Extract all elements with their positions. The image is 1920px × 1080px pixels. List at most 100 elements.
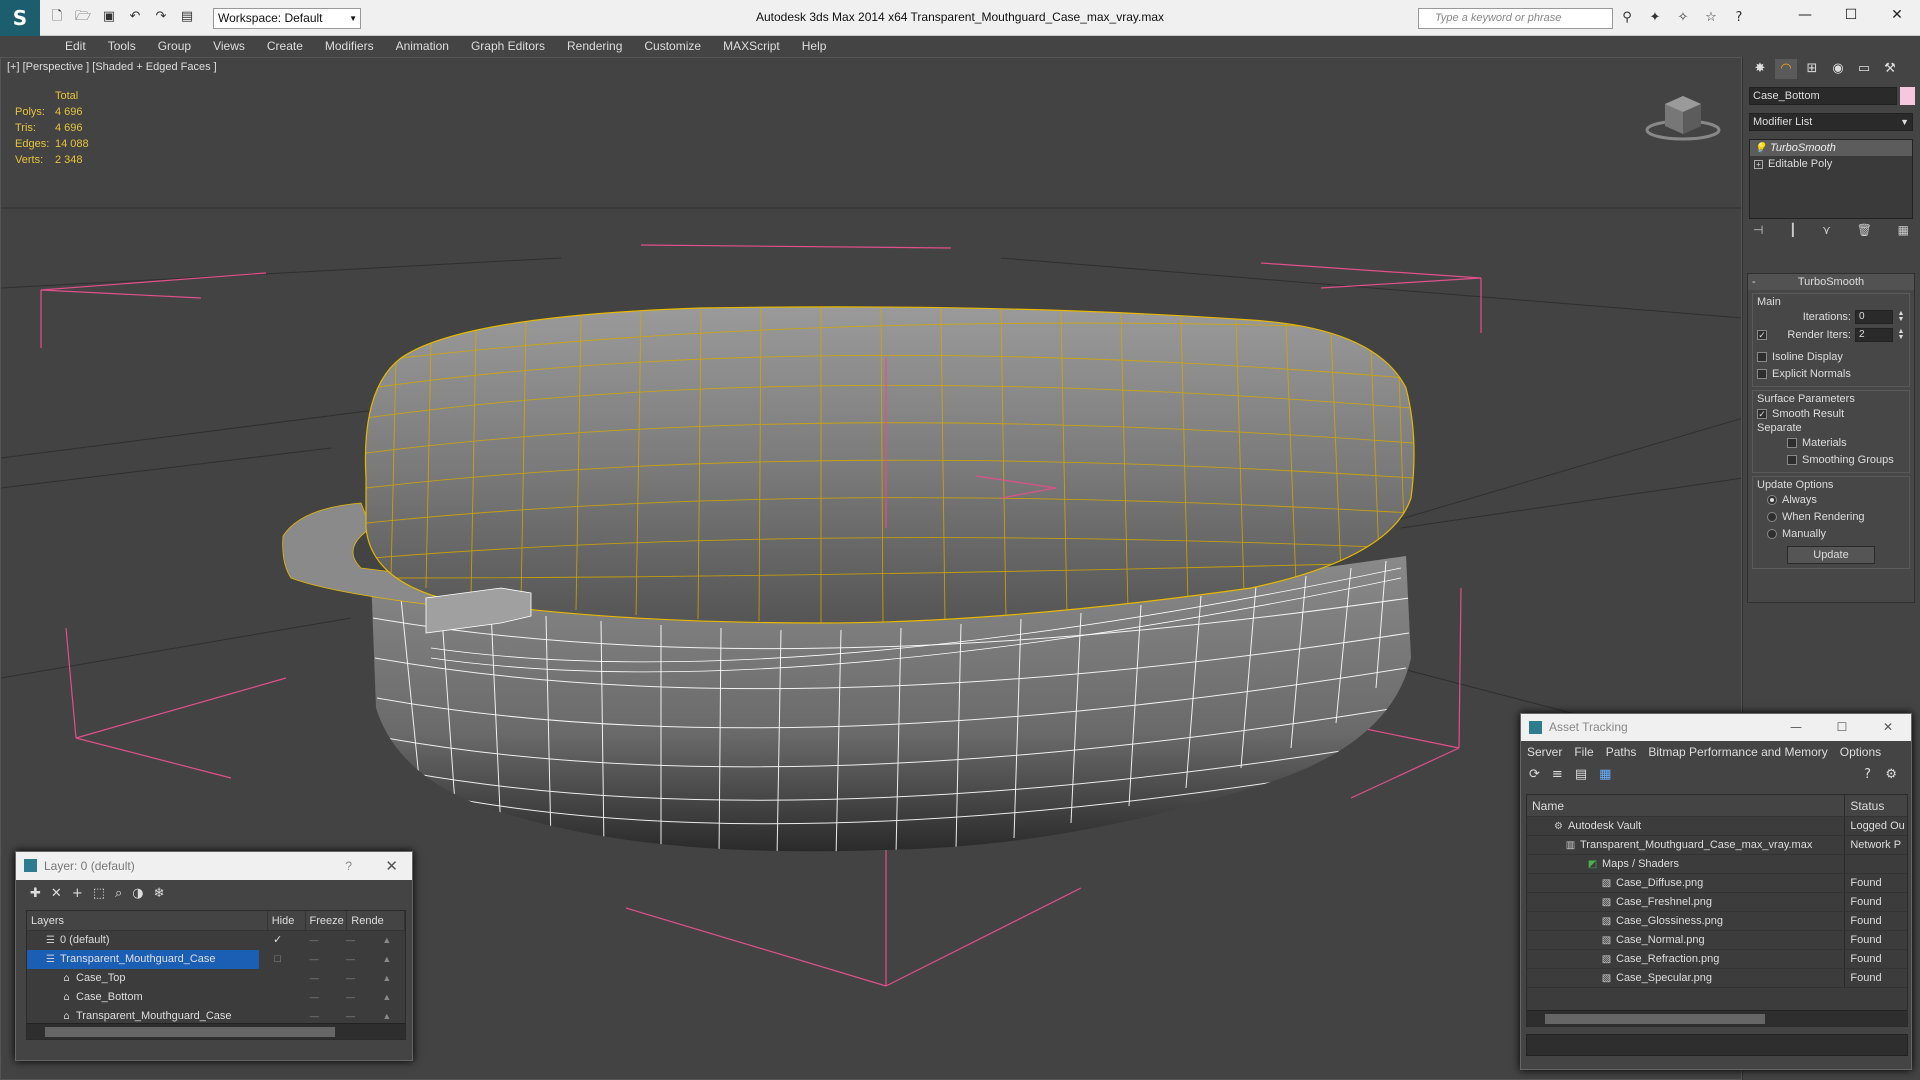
menu-rendering[interactable]: Rendering (556, 36, 633, 57)
asset-row[interactable]: ▧ Case_Specular.png Found (1527, 969, 1907, 988)
horizontal-scrollbar[interactable] (1527, 1010, 1907, 1026)
layer-row[interactable]: ☰ Transparent_Mouthguard_Case ☐ — — ▲ (27, 950, 405, 969)
horizontal-scrollbar[interactable] (27, 1023, 405, 1039)
smooth-result-checkbox[interactable]: ✓ (1757, 408, 1767, 419)
column-header[interactable]: Freeze (306, 911, 348, 930)
current-layer-box-icon[interactable]: ☐ (259, 950, 295, 969)
menu-customize[interactable]: Customize (633, 36, 712, 57)
freeze-toggle[interactable]: — (332, 950, 368, 969)
hide-all-icon[interactable]: ◑ (132, 886, 143, 902)
materials-checkbox[interactable] (1787, 437, 1797, 448)
search-input[interactable]: Type a keyword or phrase (1418, 8, 1613, 29)
isoline-checkbox[interactable] (1757, 351, 1767, 362)
menu-maxscript[interactable]: MAXScript (712, 36, 791, 57)
menu-help[interactable]: Help (791, 36, 838, 57)
open-file-icon[interactable]: 🗁 (74, 8, 92, 26)
menu-bitmap-performance[interactable]: Bitmap Performance and Memory (1648, 741, 1827, 763)
asset-row[interactable]: ▧ Case_Normal.png Found (1527, 931, 1907, 950)
stack-item-turbosmooth[interactable]: 💡 TurboSmooth (1750, 140, 1912, 156)
modifier-list-dropdown[interactable]: Modifier List ▼ (1749, 113, 1913, 131)
minimize-icon[interactable]: — (1773, 714, 1819, 741)
configure-sets-icon[interactable]: ▦ (1898, 223, 1909, 237)
freeze-toggle[interactable]: — (332, 988, 368, 1007)
new-layer-icon[interactable]: ✚ (30, 886, 41, 902)
detail-view-icon[interactable]: ▤ (1575, 767, 1587, 785)
hide-toggle[interactable]: — (296, 931, 332, 950)
help-icon[interactable]: ? (1864, 767, 1871, 782)
render-toggle-icon[interactable]: ▲ (369, 988, 405, 1007)
asset-window-titlebar[interactable]: Asset Tracking — ☐ ✕ (1521, 714, 1911, 741)
manually-radio[interactable] (1767, 528, 1777, 539)
menu-animation[interactable]: Animation (385, 36, 460, 57)
remove-modifier-icon[interactable]: 🗑 (1857, 223, 1872, 237)
viewport-label[interactable]: [+] [Perspective ] [Shaded + Edged Faces… (7, 61, 217, 73)
column-header[interactable]: Layers (27, 911, 268, 930)
iterations-spinner[interactable]: Iterations: 0 ▲ ▼ (1757, 308, 1905, 326)
hide-toggle[interactable]: — (296, 950, 332, 969)
asset-row[interactable]: ▧ Case_Glossiness.png Found (1527, 912, 1907, 931)
render-iters-value[interactable]: 2 (1855, 328, 1893, 342)
communication-icon[interactable]: ✧ (1674, 9, 1692, 27)
lightbulb-icon[interactable]: 💡 (1754, 143, 1766, 154)
render-iters-checkbox[interactable]: ✓ (1757, 330, 1767, 340)
smooth-result-option[interactable]: ✓ Smooth Result (1757, 405, 1905, 422)
when-rendering-option[interactable]: When Rendering (1757, 508, 1905, 525)
maximize-icon[interactable]: ☐ (1819, 714, 1865, 741)
freeze-toggle[interactable]: — (332, 931, 368, 950)
when-rendering-radio[interactable] (1767, 511, 1777, 522)
help-icon[interactable]: ? (1730, 9, 1748, 27)
menu-group[interactable]: Group (147, 36, 202, 57)
spinner-arrows-icon[interactable]: ▲ ▼ (1897, 310, 1905, 323)
scrollbar-thumb[interactable] (45, 1027, 335, 1037)
render-toggle-icon[interactable]: ▲ (369, 931, 405, 950)
menu-modifiers[interactable]: Modifiers (314, 36, 385, 57)
freeze-toggle[interactable]: — (332, 969, 368, 988)
scrollbar-thumb[interactable] (1545, 1014, 1765, 1024)
column-header[interactable]: Hide (268, 911, 306, 930)
menu-create[interactable]: Create (256, 36, 314, 57)
create-tab-icon[interactable]: ✸ (1749, 59, 1771, 79)
undo-icon[interactable]: ↶ (126, 8, 144, 26)
binoculars-icon[interactable]: ⚲ (1618, 9, 1636, 27)
asset-row[interactable]: ▧ Case_Refraction.png Found (1527, 950, 1907, 969)
save-icon[interactable]: ▣ (100, 8, 118, 26)
render-toggle-icon[interactable]: ▲ (369, 969, 405, 988)
utilities-tab-icon[interactable]: ⚒ (1879, 59, 1901, 79)
asset-row[interactable]: ▧ Case_Diffuse.png Found (1527, 874, 1907, 893)
asset-row[interactable]: ⚙ Autodesk Vault Logged Ou (1527, 817, 1907, 836)
pin-stack-icon[interactable]: ⊣ (1753, 223, 1763, 237)
hide-toggle[interactable]: — (296, 988, 332, 1007)
spinner-arrows-icon[interactable]: ▲ ▼ (1897, 328, 1905, 341)
isoline-display-option[interactable]: Isoline Display (1757, 348, 1905, 365)
layer-row[interactable]: ⌂ Case_Bottom — — ▲ (27, 988, 405, 1007)
menu-paths[interactable]: Paths (1606, 741, 1637, 763)
subscription-icon[interactable]: ✦ (1646, 9, 1664, 27)
new-file-icon[interactable]: 🗋 (48, 8, 66, 26)
layer-row[interactable]: ⌂ Case_Top — — ▲ (27, 969, 405, 988)
menu-graph-editors[interactable]: Graph Editors (460, 36, 556, 57)
modify-tab-icon[interactable]: ◠ (1775, 59, 1797, 79)
render-toggle-icon[interactable]: ▲ (369, 950, 405, 969)
stack-item-editable-poly[interactable]: + Editable Poly (1750, 156, 1912, 172)
layer-row[interactable]: ☰ 0 (default) ✓ — — ▲ (27, 931, 405, 950)
app-logo-icon[interactable]: S (0, 0, 40, 36)
settings-icon[interactable]: ⚙ (1885, 767, 1897, 782)
column-header[interactable]: Status (1845, 795, 1907, 816)
refresh-icon[interactable]: ⟳ (1529, 767, 1540, 785)
add-to-layer-icon[interactable]: + (72, 886, 83, 902)
collapse-icon[interactable]: - (1752, 274, 1756, 290)
menu-server[interactable]: Server (1527, 741, 1562, 763)
help-icon[interactable]: ? (345, 852, 352, 880)
object-name-field[interactable]: Case_Bottom (1749, 87, 1897, 105)
current-layer-check-icon[interactable]: ✓ (259, 931, 295, 950)
list-view-icon[interactable]: ≡ (1552, 767, 1563, 785)
workspace-dropdown[interactable]: Workspace: Default ▼ (213, 8, 361, 29)
column-header[interactable]: Name (1527, 795, 1846, 816)
update-button[interactable]: Update (1787, 546, 1875, 564)
close-icon[interactable]: ✕ (385, 852, 398, 880)
expand-plus-icon[interactable]: + (1754, 159, 1763, 169)
always-option[interactable]: Always (1757, 491, 1905, 508)
asset-row[interactable]: ▥ Transparent_Mouthguard_Case_max_vray.ma… (1527, 836, 1907, 855)
iterations-value[interactable]: 0 (1855, 310, 1893, 324)
show-end-result-icon[interactable]: ┃ (1789, 223, 1796, 237)
